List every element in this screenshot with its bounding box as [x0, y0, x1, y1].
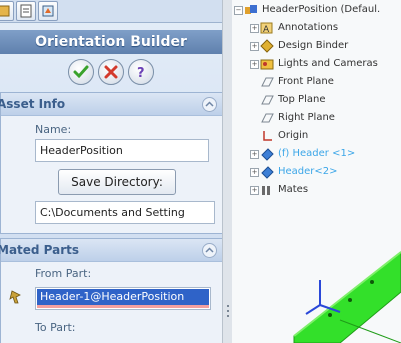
- directory-field[interactable]: C:\Documents and Setting: [35, 201, 215, 224]
- feature-manager-tab[interactable]: [0, 1, 14, 21]
- part-icon: [261, 148, 274, 161]
- save-directory-button[interactable]: Save Directory:: [58, 169, 176, 195]
- mates-icon: [262, 186, 270, 195]
- annotations-icon: A: [260, 22, 273, 35]
- asset-info-section: Asset Info Name: HeaderPosition Save Dir…: [0, 92, 222, 234]
- from-part-list[interactable]: Header-1@HeaderPosition: [35, 287, 211, 310]
- collapse-mated-parts-button[interactable]: [202, 243, 217, 258]
- expand-toggle[interactable]: +: [250, 186, 259, 195]
- configuration-manager-tab[interactable]: [38, 1, 58, 21]
- name-label: Name:: [35, 123, 72, 136]
- ok-button[interactable]: [68, 59, 94, 85]
- expand-toggle[interactable]: +: [250, 60, 259, 69]
- chevron-up-icon: [205, 247, 214, 253]
- expand-toggle[interactable]: +: [250, 168, 259, 177]
- tree-item-label: Annotations: [278, 22, 339, 33]
- plane-icon: [261, 95, 274, 105]
- tree-item-label: Origin: [278, 130, 309, 141]
- mated-parts-section: Mated Parts From Part: Header-1@HeaderPo…: [0, 238, 222, 343]
- asset-info-header[interactable]: Asset Info: [0, 93, 222, 116]
- property-manager-panel: Orientation Builder ? Asset Info Name: H…: [0, 0, 222, 343]
- action-buttons: ?: [0, 56, 222, 88]
- panel-title: Orientation Builder: [0, 30, 222, 54]
- tree-item-label: Right Plane: [278, 112, 335, 123]
- origin-icon: [263, 131, 272, 141]
- property-manager-tab[interactable]: [16, 1, 36, 21]
- mated-parts-title: Mated Parts: [0, 243, 80, 257]
- tree-item-label: Design Binder: [278, 40, 349, 51]
- expand-toggle[interactable]: +: [250, 150, 259, 159]
- chevron-up-icon: [205, 101, 214, 107]
- svg-text:A: A: [263, 25, 270, 35]
- to-part-label: To Part:: [35, 321, 76, 334]
- design-binder-icon: [260, 39, 274, 53]
- expand-toggle[interactable]: +: [250, 42, 259, 51]
- from-part-label: From Part:: [35, 267, 92, 280]
- cancel-button[interactable]: [98, 59, 124, 85]
- property-sheet-icon: [20, 4, 32, 18]
- question-icon: ?: [137, 66, 145, 81]
- help-button[interactable]: ?: [128, 59, 154, 85]
- collapse-toggle[interactable]: −: [234, 6, 243, 15]
- part-selector-icon: [9, 290, 21, 304]
- tree-item-label: Mates: [278, 184, 309, 195]
- tree-item-label: Top Plane: [278, 94, 326, 105]
- from-part-selected-item[interactable]: Header-1@HeaderPosition: [37, 289, 209, 308]
- feature-tree-icon: [0, 5, 10, 17]
- plane-icon: [261, 113, 274, 123]
- plane-icon: [261, 77, 274, 87]
- tree-item-label: Front Plane: [278, 76, 334, 87]
- checkmark-icon: [73, 65, 89, 79]
- expand-toggle[interactable]: +: [250, 24, 259, 33]
- tree-item-label: (f) Header <1>: [278, 148, 356, 159]
- feature-tree-panel: − HeaderPosition (Defaul. + A Annotation…: [232, 0, 401, 343]
- assembly-icon: [245, 5, 257, 14]
- mated-parts-header[interactable]: Mated Parts: [0, 239, 222, 262]
- svg-text:?: ?: [137, 66, 145, 81]
- lights-cameras-icon: [260, 59, 274, 70]
- name-field[interactable]: HeaderPosition: [35, 139, 209, 162]
- tree-root-label: HeaderPosition (Defaul.: [262, 4, 381, 15]
- collapse-asset-info-button[interactable]: [202, 97, 217, 112]
- configuration-icon: [42, 5, 54, 17]
- asset-info-title: Asset Info: [0, 97, 66, 111]
- panel-tab-bar: [0, 0, 222, 23]
- graphics-viewport[interactable]: [232, 230, 401, 343]
- tree-item-label: Header<2>: [278, 166, 338, 177]
- x-icon: [104, 65, 118, 79]
- part-icon: [261, 166, 274, 179]
- tree-item-label: Lights and Cameras: [278, 58, 378, 69]
